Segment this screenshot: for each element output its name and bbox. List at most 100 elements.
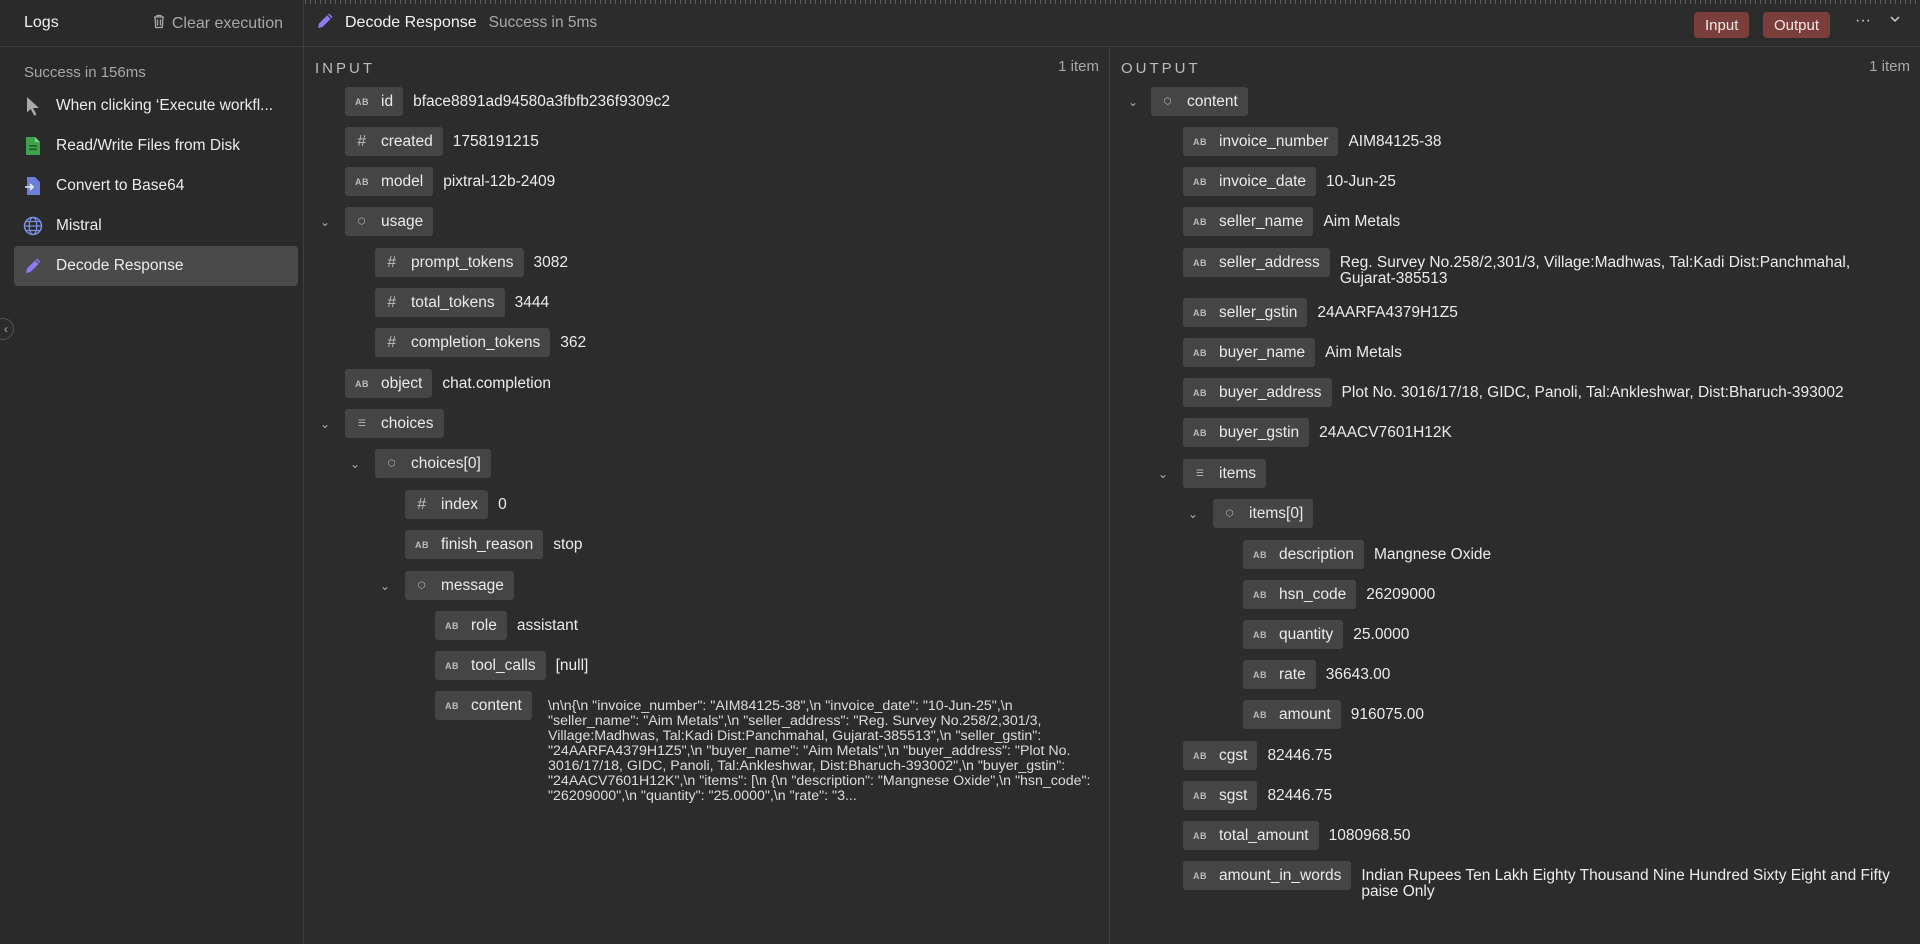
field-key-chip[interactable]: ⬡ message bbox=[405, 571, 514, 600]
input-panel: INPUT 1 item AB id bface8891ad94580a3fbfb… bbox=[305, 48, 1110, 944]
sidebar-item-label: Read/Write Files from Disk bbox=[56, 137, 241, 154]
chevron-down-icon[interactable] bbox=[1889, 12, 1901, 28]
sidebar-item-manual-trigger[interactable]: When clicking ‘Execute workfl... bbox=[14, 86, 298, 126]
number-type-icon: # bbox=[387, 253, 397, 271]
sidebar-item-label: Convert to Base64 bbox=[56, 177, 185, 194]
field-key-chip[interactable]: AB model bbox=[345, 167, 434, 196]
tree-node-role: AB role assistant bbox=[435, 611, 578, 640]
field-key-chip[interactable]: AB tool_calls bbox=[435, 651, 546, 680]
trash-icon bbox=[152, 14, 166, 34]
field-key-chip[interactable]: AB invoice_number bbox=[1183, 127, 1339, 156]
file-icon bbox=[22, 135, 44, 157]
field-key-chip[interactable]: ⬡ usage bbox=[345, 207, 434, 236]
output-toggle-button[interactable]: Output bbox=[1763, 12, 1831, 38]
tree-node-hsn-code: AB hsn_code 26209000 bbox=[1243, 580, 1435, 609]
field-key-chip[interactable]: AB amount bbox=[1243, 700, 1341, 729]
field-value: AIM84125-38 bbox=[1348, 133, 1442, 150]
logs-sidebar: Logs Clear execution Success in 156ms Wh… bbox=[0, 0, 304, 944]
tree-node-total-amount: AB total_amount 1080968.50 bbox=[1183, 821, 1411, 850]
field-key-chip[interactable]: # index bbox=[405, 490, 489, 519]
input-toggle-button[interactable]: Input bbox=[1694, 12, 1750, 38]
field-key-chip[interactable]: # total_tokens bbox=[375, 288, 505, 317]
node-output-header: Decode Response Success in 5ms Input Out… bbox=[305, 0, 1920, 47]
list-type-icon: ☰ bbox=[1195, 468, 1205, 478]
tree-node-items-0: ⬡ items[0] bbox=[1213, 499, 1314, 528]
tree-node-object: AB object chat.completion bbox=[345, 369, 551, 398]
field-value: 24AACV7601H12K bbox=[1319, 424, 1452, 441]
input-item-count: 1 item bbox=[1058, 58, 1099, 75]
field-key-chip[interactable]: AB seller_gstin bbox=[1183, 298, 1308, 327]
field-key-chip[interactable]: AB content bbox=[435, 691, 532, 720]
clear-execution-button[interactable]: Clear execution bbox=[152, 14, 283, 34]
chevron-down-icon[interactable]: ⌄ bbox=[347, 456, 363, 472]
field-key-chip[interactable]: AB buyer_gstin bbox=[1183, 418, 1310, 447]
tree-node-rate: AB rate 36643.00 bbox=[1243, 660, 1390, 689]
string-type-icon: AB bbox=[1253, 669, 1267, 680]
field-key-chip[interactable]: AB quantity bbox=[1243, 620, 1344, 649]
field-value: chat.completion bbox=[442, 375, 551, 392]
field-value: 3082 bbox=[533, 254, 569, 271]
field-key-chip[interactable]: AB buyer_name bbox=[1183, 338, 1316, 367]
tree-node-amount: AB amount 916075.00 bbox=[1243, 700, 1424, 729]
field-key-chip[interactable]: AB id bbox=[345, 87, 404, 116]
sidebar-item-label: Mistral bbox=[56, 217, 102, 234]
field-key-chip[interactable]: AB role bbox=[435, 611, 507, 640]
chevron-down-icon[interactable]: ⌄ bbox=[1185, 506, 1201, 522]
sidebar-item-convert-base64[interactable]: Convert to Base64 bbox=[14, 166, 298, 206]
field-key-chip[interactable]: ☰ choices bbox=[345, 409, 444, 438]
field-key-chip[interactable]: AB rate bbox=[1243, 660, 1316, 689]
field-key-chip[interactable]: # created bbox=[345, 127, 443, 156]
field-value: 26209000 bbox=[1366, 586, 1436, 603]
field-key-chip[interactable]: AB object bbox=[345, 369, 433, 398]
field-key-chip[interactable]: AB amount_in_words bbox=[1183, 861, 1352, 890]
field-value: 3444 bbox=[514, 294, 550, 311]
field-key-chip[interactable]: AB finish_reason bbox=[405, 530, 544, 559]
chevron-down-icon[interactable]: ⌄ bbox=[377, 578, 393, 594]
globe-icon bbox=[22, 215, 44, 237]
string-type-icon: AB bbox=[445, 660, 459, 671]
chevron-down-icon[interactable]: ⌄ bbox=[317, 416, 333, 432]
number-type-icon: # bbox=[357, 132, 367, 150]
chevron-down-icon[interactable]: ⌄ bbox=[317, 214, 333, 230]
field-key-chip[interactable]: AB hsn_code bbox=[1243, 580, 1357, 609]
more-options-icon[interactable]: ··· bbox=[1855, 12, 1871, 30]
field-key-chip[interactable]: AB description bbox=[1243, 540, 1364, 569]
tree-node-id: AB id bface8891ad94580a3fbfb236f9309c2 bbox=[345, 87, 670, 116]
field-key-chip[interactable]: # completion_tokens bbox=[375, 328, 551, 357]
sidebar-item-mistral[interactable]: Mistral bbox=[14, 206, 298, 246]
field-value: 1080968.50 bbox=[1328, 827, 1411, 844]
field-value: 82446.75 bbox=[1267, 747, 1333, 764]
output-panel-title: OUTPUT bbox=[1121, 60, 1201, 77]
field-key-chip[interactable]: ⬡ items[0] bbox=[1213, 499, 1314, 528]
field-key-chip[interactable]: AB sgst bbox=[1183, 781, 1258, 810]
field-key-chip[interactable]: AB seller_address bbox=[1183, 248, 1330, 277]
field-key-chip[interactable]: ⬡ choices[0] bbox=[375, 449, 491, 478]
field-key-chip[interactable]: AB buyer_address bbox=[1183, 378, 1332, 407]
sidebar-item-label: Decode Response bbox=[56, 257, 184, 274]
field-key-chip[interactable]: AB seller_name bbox=[1183, 207, 1314, 236]
collapse-sidebar-button[interactable]: ‹ bbox=[0, 318, 14, 340]
string-type-icon: AB bbox=[1193, 136, 1207, 147]
field-key-chip[interactable]: ⬡ content bbox=[1151, 87, 1248, 116]
string-type-icon: AB bbox=[1193, 176, 1207, 187]
sidebar-item-decode-response[interactable]: Decode Response bbox=[14, 246, 298, 286]
string-type-icon: AB bbox=[445, 620, 459, 631]
field-key-chip[interactable]: AB invoice_date bbox=[1183, 167, 1317, 196]
string-type-icon: AB bbox=[355, 378, 369, 389]
sidebar-item-read-write-files[interactable]: Read/Write Files from Disk bbox=[14, 126, 298, 166]
field-key-chip[interactable]: AB total_amount bbox=[1183, 821, 1319, 850]
field-key-chip[interactable]: ☰ items bbox=[1183, 459, 1267, 488]
chevron-down-icon[interactable]: ⌄ bbox=[1155, 466, 1171, 482]
field-value: pixtral-12b-2409 bbox=[443, 173, 556, 190]
field-key-chip[interactable]: AB cgst bbox=[1183, 741, 1258, 770]
field-value: [null] bbox=[555, 657, 589, 674]
tree-node-invoice-date: AB invoice_date 10-Jun-25 bbox=[1183, 167, 1396, 196]
field-value: 25.0000 bbox=[1353, 626, 1410, 643]
string-type-icon: AB bbox=[355, 176, 369, 187]
tree-node-model: AB model pixtral-12b-2409 bbox=[345, 167, 555, 196]
output-panel: OUTPUT 1 item ⌄ ⬡ content AB invoice_numbe… bbox=[1111, 48, 1920, 944]
chevron-down-icon[interactable]: ⌄ bbox=[1125, 94, 1141, 110]
tree-node-index: # index 0 bbox=[405, 490, 507, 519]
number-type-icon: # bbox=[417, 495, 427, 513]
field-key-chip[interactable]: # prompt_tokens bbox=[375, 248, 524, 277]
